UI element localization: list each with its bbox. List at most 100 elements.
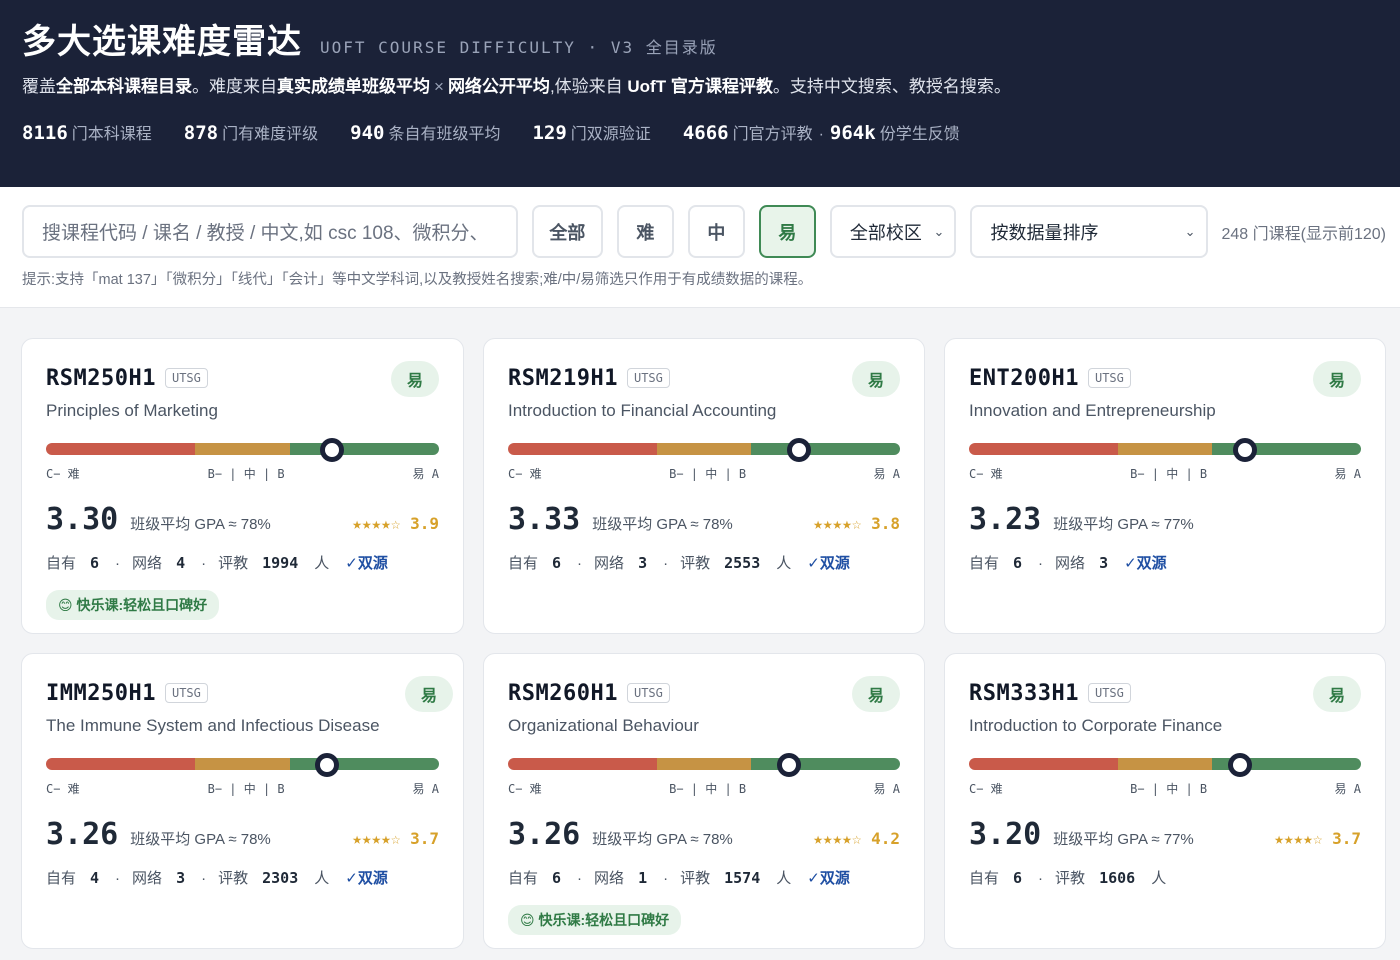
course-card[interactable]: RSM250H1 UTSG 易 Principles of Marketing C…: [21, 338, 464, 634]
stat-number: 878: [183, 122, 219, 144]
course-card[interactable]: RSM260H1 UTSG 易 Organizational Behaviour …: [483, 653, 925, 949]
result-count: 248 门课程(显示前120): [1221, 225, 1387, 243]
filter-all-button[interactable]: 全部: [531, 205, 603, 258]
meta-separator: ·: [663, 555, 669, 572]
meta-label: 自有: [508, 555, 539, 572]
gpa-avg: 78%: [240, 831, 271, 848]
meta-label: 自有: [969, 555, 1000, 572]
scale-label: 易 A: [873, 467, 900, 481]
stat-number: 940: [350, 122, 385, 144]
scale-label: B− | 中 | B: [669, 467, 747, 481]
course-card[interactable]: RSM219H1 UTSG 易 Introduction to Financial…: [483, 338, 925, 634]
difficulty-scale: C− 难 B− | 中 | B 易 A: [46, 780, 439, 797]
gpa-note-prefix: 班级平均 GPA ≈: [592, 831, 703, 848]
filter-easy-button[interactable]: 易: [758, 205, 816, 258]
rating-value: 3.7: [1332, 829, 1361, 848]
stat-label: 门有难度评级: [222, 126, 319, 143]
happy-course-tag: 😊 快乐课:轻松且口碑好: [508, 905, 682, 935]
scale-label: B− | 中 | B: [1130, 782, 1208, 796]
meta-separator: ·: [1038, 870, 1044, 887]
desc-bold: 全部本科课程目录: [56, 77, 192, 96]
course-meta: 自有 4 · 网络 3 · 评教 2303 人 ✓双源: [46, 867, 439, 888]
course-code: RSM333H1: [969, 680, 1079, 706]
gpa-note: 班级平均 GPA ≈ 78%: [592, 828, 733, 849]
stat-item: 4666 门官方评教 · 964k 份学生反馈: [683, 120, 960, 144]
filter-mid-button[interactable]: 中: [687, 205, 745, 258]
search-hint: 提示:支持「mat 137」「微积分」「线代」「会计」等中文学科词,以及教授姓名…: [22, 272, 813, 288]
stat-item: 129 门双源验证: [532, 120, 650, 144]
scale-label: 易 A: [873, 782, 900, 796]
scale-label: C− 难: [508, 782, 542, 796]
course-code: RSM260H1: [508, 680, 618, 706]
meta-label: 评教: [680, 555, 711, 572]
gpa-value: 3.20: [969, 817, 1042, 852]
meta-unit: 人: [1151, 870, 1167, 887]
meta-value: 1606: [1099, 869, 1136, 887]
rating: ★★★★☆ 3.8: [813, 514, 900, 533]
course-name: The Immune System and Infectious Disease: [46, 716, 380, 735]
rating: ★★★★☆ 4.2: [813, 829, 900, 848]
meta-separator: ·: [577, 870, 583, 887]
meta-unit: 人: [776, 870, 792, 887]
gpa-note-prefix: 班级平均 GPA ≈: [1053, 516, 1164, 533]
desc-bold: UofT 官方课程评教: [627, 77, 773, 96]
filter-hard-button[interactable]: 难: [616, 205, 674, 258]
star-icons: ★★★★☆: [352, 514, 401, 533]
stat-number: 8116: [22, 122, 68, 144]
sort-select[interactable]: 按数据量排序 ⌄: [970, 205, 1208, 258]
difficulty-marker: [315, 753, 340, 777]
scale-label: C− 难: [508, 467, 542, 481]
gpa-avg: 77%: [1163, 831, 1194, 848]
desc-bold: 真实成绩单班级平均: [277, 77, 430, 96]
stat-number: 129: [532, 122, 567, 144]
scale-label: B− | 中 | B: [207, 467, 285, 481]
search-input[interactable]: 搜课程代码 / 课名 / 教授 / 中文,如 csc 108、微积分、: [22, 205, 518, 258]
scale-label: C− 难: [46, 467, 80, 481]
course-card[interactable]: ENT200H1 UTSG 易 Innovation and Entreprene…: [944, 338, 1386, 634]
sort-select-value: 按数据量排序: [990, 222, 1099, 243]
gpa-note-prefix: 班级平均 GPA ≈: [130, 516, 241, 533]
meta-separator: ·: [201, 555, 207, 572]
campus-select-value: 全部校区: [849, 222, 922, 243]
stat-label: 门官方评教: [732, 126, 813, 143]
gpa-avg: 78%: [702, 516, 733, 533]
stat-item: 940 条自有班级平均: [350, 120, 500, 144]
scale-label: B− | 中 | B: [1130, 467, 1208, 481]
course-name: Organizational Behaviour: [508, 716, 699, 735]
campus-tag: UTSG: [164, 368, 208, 388]
difficulty-scale: C− 难 B− | 中 | B 易 A: [508, 465, 900, 482]
meta-separator: ·: [201, 870, 207, 887]
meta-value: 3: [1099, 554, 1109, 572]
difficulty-scale: C− 难 B− | 中 | B 易 A: [508, 780, 900, 797]
gpa-value: 3.26: [508, 817, 581, 852]
page-header: 多大选课难度雷达 UOFT COURSE DIFFICULTY · V3 全目录…: [0, 0, 1400, 187]
course-card[interactable]: IMM250H1 UTSG 易 The Immune System and Inf…: [21, 653, 464, 949]
rating: ★★★★☆ 3.9: [352, 514, 439, 533]
gpa-note: 班级平均 GPA ≈ 78%: [130, 828, 271, 849]
campus-select[interactable]: 全部校区 ⌄: [829, 205, 957, 258]
meta-separator: ·: [115, 870, 121, 887]
difficulty-marker: [787, 438, 812, 462]
difficulty-bar: [969, 438, 1361, 462]
star-icons: ★★★★☆: [813, 829, 862, 848]
desc-text: 。难度来自: [192, 77, 277, 96]
rating: ★★★★☆ 3.7: [1274, 829, 1361, 848]
happy-course-tag: 😊 快乐课:轻松且口碑好: [46, 590, 220, 620]
difficulty-badge: 易: [852, 361, 900, 397]
desc-bold: 网络公开平均: [447, 77, 550, 96]
scale-label: C− 难: [969, 782, 1003, 796]
course-card[interactable]: RSM333H1 UTSG 易 Introduction to Corporate…: [944, 653, 1386, 949]
rating-value: 4.2: [871, 829, 900, 848]
meta-label: 自有: [969, 870, 1000, 887]
gpa-note-prefix: 班级平均 GPA ≈: [130, 831, 241, 848]
meta-value: 1: [638, 869, 648, 887]
gpa-value: 3.23: [969, 502, 1042, 537]
gpa-avg: 78%: [702, 831, 733, 848]
meta-value: 6: [552, 869, 562, 887]
course-code: ENT200H1: [969, 365, 1079, 391]
meta-label: 自有: [46, 555, 77, 572]
page-title: 多大选课难度雷达: [22, 23, 302, 61]
stat-number: 4666: [682, 122, 729, 144]
campus-tag: UTSG: [626, 683, 670, 703]
dual-source-badge: ✓双源: [807, 555, 850, 572]
